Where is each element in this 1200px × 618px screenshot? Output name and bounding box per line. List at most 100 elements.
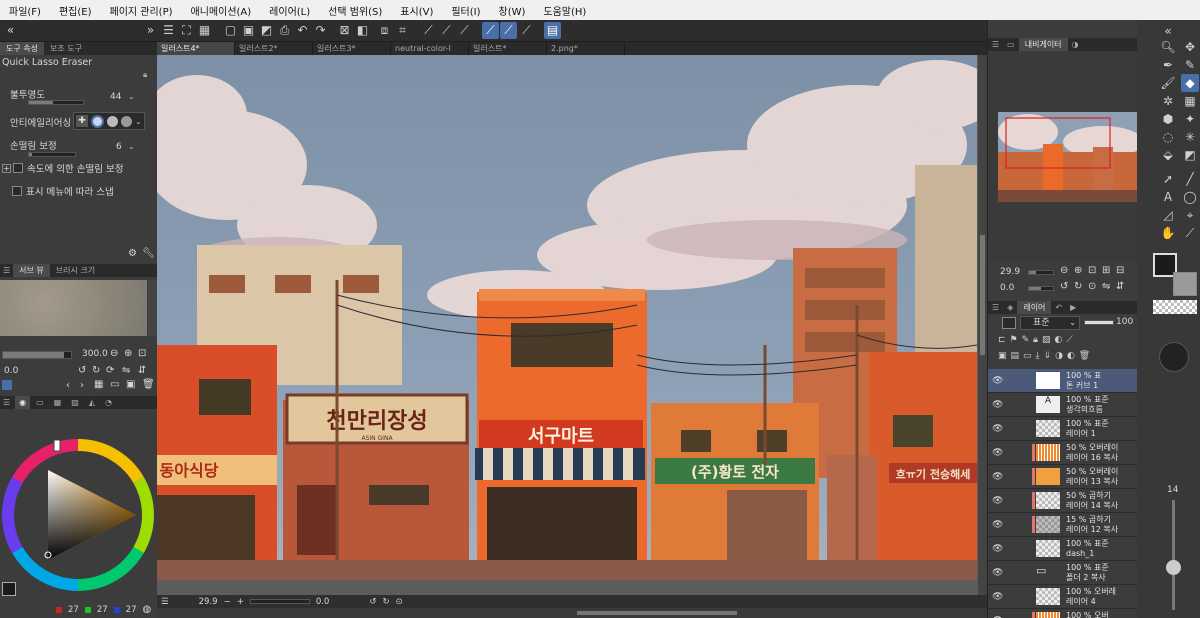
tab-sub-view[interactable]: 서브 뷰 bbox=[13, 264, 50, 277]
pencil-tool-icon[interactable]: ✎ bbox=[1181, 56, 1199, 74]
bucket-tool-icon[interactable]: ⬙ bbox=[1159, 146, 1177, 164]
trash-icon[interactable]: 🗑︎ bbox=[142, 379, 155, 390]
artwork-canvas[interactable]: 천만리장성 ASIN GINA 서구마트 동아식당 (주)황토 전자 흐ㅠ기 전… bbox=[157, 55, 977, 580]
antialias-selector[interactable]: ✚ ⌄ bbox=[73, 112, 145, 130]
ruler-icon[interactable]: ⟋ bbox=[420, 22, 437, 39]
perspective-icon[interactable]: ⟋ bbox=[438, 22, 455, 39]
doc-tab[interactable]: 일러스트3* bbox=[313, 42, 391, 55]
doc-tab[interactable]: neutral-color-l bbox=[391, 42, 469, 55]
approx-color-tab-icon[interactable]: ◭ bbox=[85, 396, 99, 409]
antialias-weak-icon[interactable] bbox=[91, 114, 104, 128]
new-file-icon[interactable]: ▢ bbox=[222, 22, 239, 39]
layer-row[interactable]: 👁︎ A 100 % 표준 생각의흐름 bbox=[988, 393, 1138, 417]
globe-icon[interactable]: ◍ bbox=[142, 604, 151, 615]
reference-icon[interactable]: ⚑ bbox=[1010, 335, 1018, 351]
color-wheel[interactable] bbox=[0, 410, 157, 606]
actual-size-icon[interactable]: ⊞ bbox=[1102, 265, 1110, 276]
flip-vertical-icon[interactable]: ⇵ bbox=[1116, 281, 1124, 292]
snap-grid-icon[interactable]: ⟋ bbox=[518, 22, 535, 39]
layer-row[interactable]: 👁︎ 100 % 표준 dash_1 bbox=[988, 537, 1138, 561]
flip-horizontal-icon[interactable]: ⇋ bbox=[1102, 281, 1110, 292]
chevron-down-icon[interactable]: ⌄ bbox=[128, 142, 135, 151]
info-tab-icon[interactable]: ◑ bbox=[1068, 38, 1083, 51]
doc-tab[interactable]: 일러스트* bbox=[469, 42, 547, 55]
rotation-slider[interactable] bbox=[249, 599, 310, 604]
layer-row[interactable]: 👁︎ 100 % 오버레 레이어 4 bbox=[988, 585, 1138, 609]
rotate-left-icon[interactable]: ↺ bbox=[369, 597, 376, 607]
navigator-tab-icon[interactable]: ▭ bbox=[1003, 38, 1019, 51]
menu-selection[interactable]: 선택 범위(S) bbox=[319, 3, 391, 18]
grid-tool-icon[interactable]: ▦ bbox=[1181, 92, 1199, 110]
color-wheel-tab-icon[interactable]: ◉ bbox=[15, 396, 31, 409]
visibility-eye-icon[interactable]: 👁︎ bbox=[992, 448, 1003, 458]
lasso-tool-icon[interactable]: ◌ bbox=[1159, 128, 1177, 146]
menu-view[interactable]: 표시(V) bbox=[391, 3, 442, 18]
tab-brush-size[interactable]: 브러시 크기 bbox=[50, 264, 101, 277]
menu-filter[interactable]: 필터(I) bbox=[442, 3, 489, 18]
layer-row[interactable]: 👁︎ 100 % 표준 레이어 1 bbox=[988, 417, 1138, 441]
brush-tool-icon[interactable]: 🖌︎ bbox=[1159, 74, 1177, 92]
fit-width-icon[interactable]: ⊟ bbox=[1116, 265, 1124, 276]
transfer-down-icon[interactable]: ⤓ bbox=[1036, 351, 1040, 367]
new-raster-layer-icon[interactable]: ▣ bbox=[998, 351, 1007, 367]
menu-window[interactable]: 창(W) bbox=[490, 3, 535, 18]
chevron-down-icon[interactable]: ⌄ bbox=[135, 117, 142, 126]
antialias-medium-icon[interactable] bbox=[107, 115, 118, 127]
rotate-left-icon[interactable]: ↺ bbox=[78, 365, 86, 376]
move-tool-icon[interactable]: ✥ bbox=[1181, 38, 1199, 56]
delete-layer-icon[interactable]: 🗑︎ bbox=[1079, 351, 1090, 367]
fill-tool-icon[interactable]: ⬢ bbox=[1159, 110, 1177, 128]
brush-size-handle[interactable] bbox=[1166, 560, 1181, 575]
rotate-right-icon[interactable]: ↻ bbox=[92, 365, 100, 376]
navigator-zoom-slider[interactable] bbox=[1028, 270, 1054, 275]
grid-icon[interactable]: ▦ bbox=[196, 22, 213, 39]
blend-mode-select[interactable]: 표준 ⌄ bbox=[1020, 316, 1080, 330]
flip-icon[interactable]: ⟳ bbox=[106, 365, 114, 376]
mask-icon[interactable]: ◐ bbox=[1054, 335, 1062, 351]
eyedropper-tool-icon[interactable]: ⟋ bbox=[1181, 224, 1199, 242]
folder-icon[interactable]: ▭ bbox=[110, 379, 119, 390]
undo-icon[interactable]: ↶ bbox=[294, 22, 311, 39]
layer-row[interactable]: 👁︎ 15 % 곱하기 레이어 12 복사 bbox=[988, 513, 1138, 537]
opacity-slider[interactable] bbox=[28, 100, 84, 105]
doc-tab[interactable]: 일러스트4* bbox=[157, 42, 235, 55]
visibility-eye-icon[interactable]: 👁︎ bbox=[992, 424, 1003, 434]
menu-file[interactable]: 파일(F) bbox=[0, 3, 50, 18]
auto-action-tab-icon[interactable]: ▶ bbox=[1066, 301, 1080, 314]
fit-icon[interactable]: ⊡ bbox=[138, 348, 146, 359]
settings-icon[interactable]: ⚙ bbox=[128, 248, 137, 259]
flip-vertical-icon[interactable]: ⇵ bbox=[138, 365, 146, 376]
frame-tool-icon[interactable]: ◿ bbox=[1159, 206, 1177, 224]
layer-row[interactable]: 👁︎ 50 % 곱하기 레이어 14 복사 bbox=[988, 489, 1138, 513]
mask-add-icon[interactable]: ◑ bbox=[1055, 351, 1063, 367]
snap-checkbox[interactable] bbox=[12, 186, 22, 196]
expand-plus-icon[interactable]: + bbox=[2, 163, 11, 173]
panel-menu-icon[interactable]: ☰ bbox=[988, 38, 1003, 51]
visibility-eye-icon[interactable]: 👁︎ bbox=[992, 496, 1003, 506]
zoom-in-icon[interactable]: ⊕ bbox=[1074, 265, 1082, 276]
doc-tab[interactable]: 2.png* bbox=[547, 42, 625, 55]
navigator-preview[interactable] bbox=[998, 112, 1138, 202]
color-slider-tab-icon[interactable]: ▭ bbox=[32, 396, 48, 409]
vertical-scrollbar[interactable] bbox=[978, 55, 987, 595]
rotate-left-icon[interactable]: ↺ bbox=[1060, 281, 1068, 292]
toolbox-sub-color[interactable] bbox=[1173, 272, 1197, 296]
canvas-area[interactable]: 천만리장성 ASIN GINA 서구마트 동아식당 (주)황토 전자 흐ㅠ기 전… bbox=[157, 55, 987, 595]
new-folder-icon[interactable]: ▭ bbox=[1023, 351, 1032, 367]
layer-row[interactable]: 👁︎100 % 오버레이어 16 bbox=[988, 609, 1138, 618]
menu-icon[interactable]: ☰ bbox=[161, 597, 169, 607]
reset-rotation-icon[interactable]: ⊙ bbox=[396, 597, 403, 607]
mask-apply-icon[interactable]: ◐ bbox=[1067, 351, 1075, 367]
decoration-tool-icon[interactable]: ✲ bbox=[1159, 92, 1177, 110]
color-set-tab-icon[interactable]: ▦ bbox=[50, 396, 66, 409]
collapse-left-icon[interactable]: « bbox=[2, 22, 19, 39]
sub-view-image[interactable] bbox=[0, 280, 147, 336]
visibility-eye-icon[interactable]: 👁︎ bbox=[992, 592, 1003, 602]
pen-tool-icon[interactable]: ✒ bbox=[1159, 56, 1177, 74]
navigator-angle-slider[interactable] bbox=[1028, 286, 1054, 291]
lock-icon[interactable]: 🔒︎ bbox=[1033, 335, 1038, 351]
tab-navigator[interactable]: 내비게이터 bbox=[1018, 38, 1068, 51]
eyedropper-icon[interactable] bbox=[2, 380, 12, 390]
doc-tab[interactable]: 일러스트2* bbox=[235, 42, 313, 55]
panel-menu-icon[interactable]: ☰ bbox=[0, 396, 13, 409]
